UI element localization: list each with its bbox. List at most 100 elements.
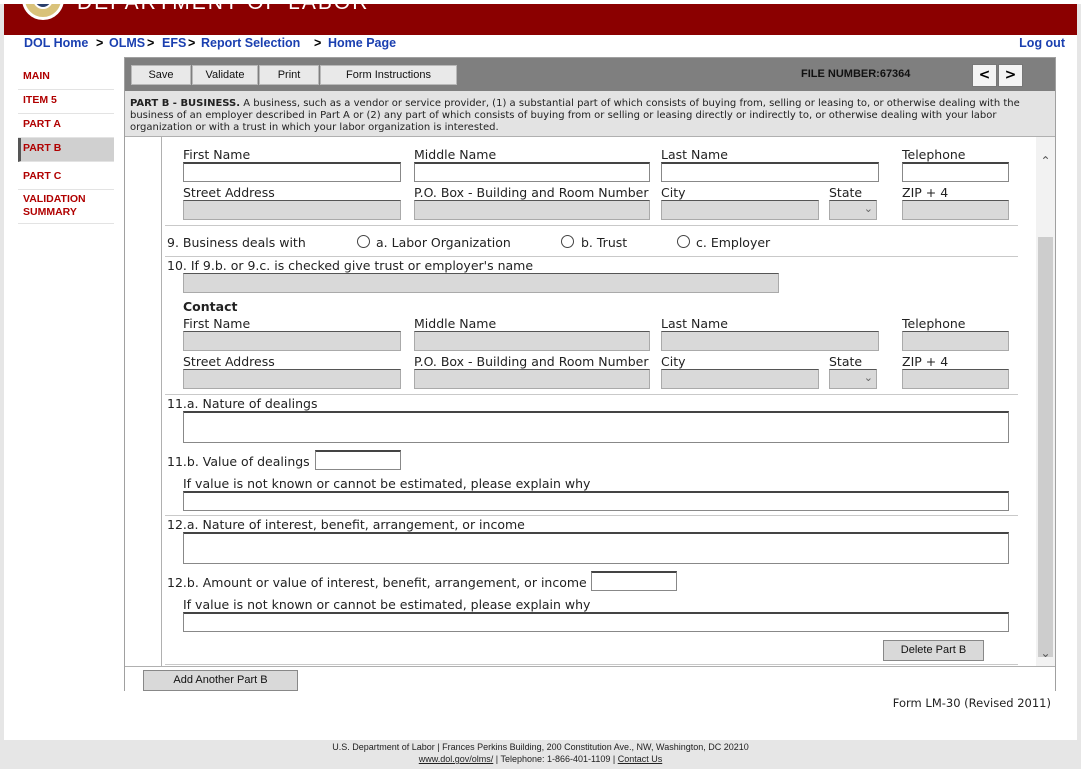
contact-telephone-field[interactable] bbox=[902, 331, 1009, 351]
breadcrumb-report-selection[interactable]: Report Selection bbox=[201, 36, 300, 50]
divider bbox=[165, 256, 1018, 257]
logout-link[interactable]: Log out bbox=[1019, 36, 1065, 50]
page: DEPARTMENT OF LABOR DOL Home > OLMS > EF… bbox=[0, 0, 1081, 769]
q9-label: 9. Business deals with bbox=[167, 235, 306, 250]
header-banner: DEPARTMENT OF LABOR bbox=[4, 4, 1077, 35]
validate-button[interactable]: Validate bbox=[192, 65, 258, 85]
contact-heading: Contact bbox=[183, 299, 238, 314]
form-bottom-bar: Add Another Part B bbox=[125, 666, 1055, 691]
city-label: City bbox=[661, 185, 686, 200]
state-select[interactable]: ⌄ bbox=[829, 200, 877, 220]
footer-phone: | Telephone: 1-866-401-1109 | bbox=[493, 754, 618, 764]
last-name-label: Last Name bbox=[661, 316, 728, 331]
city-label: City bbox=[661, 354, 686, 369]
nature-of-dealings-field[interactable] bbox=[183, 411, 1009, 443]
part-b-heading: PART B - BUSINESS. bbox=[130, 98, 241, 109]
zip-label: ZIP + 4 bbox=[902, 185, 949, 200]
last-name-label: Last Name bbox=[661, 147, 728, 162]
radio-trust[interactable] bbox=[561, 235, 574, 248]
footer-address: U.S. Department of Labor | Frances Perki… bbox=[332, 742, 749, 752]
footer: U.S. Department of Labor | Frances Perki… bbox=[0, 741, 1081, 765]
delete-part-b-button[interactable]: Delete Part B bbox=[883, 640, 984, 661]
scroll-thumb[interactable] bbox=[1038, 237, 1053, 657]
form-instructions-button[interactable]: Form Instructions bbox=[320, 65, 457, 85]
breadcrumb-olms[interactable]: OLMS bbox=[109, 36, 145, 50]
telephone-field[interactable] bbox=[902, 162, 1009, 182]
breadcrumb-separator: > bbox=[96, 36, 104, 50]
radio-employer[interactable] bbox=[677, 235, 690, 248]
contact-zip-field[interactable] bbox=[902, 369, 1009, 389]
scroll-down-icon[interactable]: ⌄ bbox=[1039, 647, 1052, 660]
divider bbox=[161, 137, 162, 666]
add-another-part-b-button[interactable]: Add Another Part B bbox=[143, 670, 298, 691]
previous-page-button[interactable]: < bbox=[972, 64, 997, 87]
sidebar-item-part-c[interactable]: PART C bbox=[18, 166, 114, 190]
value-of-dealings-field[interactable] bbox=[315, 450, 401, 470]
q11b-explain-field[interactable] bbox=[183, 491, 1009, 511]
olms-link[interactable]: www.dol.gov/olms/ bbox=[419, 754, 494, 764]
contact-last-name-field[interactable] bbox=[661, 331, 879, 351]
breadcrumb-efs[interactable]: EFS bbox=[162, 36, 186, 50]
contact-po-box-field[interactable] bbox=[414, 369, 650, 389]
contact-state-select[interactable]: ⌄ bbox=[829, 369, 877, 389]
divider bbox=[165, 515, 1018, 516]
contact-us-link[interactable]: Contact Us bbox=[618, 754, 663, 764]
street-address-field[interactable] bbox=[183, 200, 401, 220]
breadcrumb-separator: > bbox=[314, 36, 322, 50]
street-address-label: Street Address bbox=[183, 354, 275, 369]
breadcrumb-separator: > bbox=[188, 36, 196, 50]
middle-name-label: Middle Name bbox=[414, 316, 497, 331]
form-scroll-area[interactable]: First Name Middle Name Last Name Telepho… bbox=[125, 137, 1055, 666]
last-name-field[interactable] bbox=[661, 162, 879, 182]
state-label: State bbox=[829, 185, 863, 200]
scroll-up-icon[interactable]: ⌃ bbox=[1039, 155, 1052, 168]
part-b-description: PART B - BUSINESS. A business, such as a… bbox=[125, 91, 1055, 137]
breadcrumb-home-page[interactable]: Home Page bbox=[328, 36, 396, 50]
q12b-label: 12.b. Amount or value of interest, benef… bbox=[167, 575, 587, 590]
next-page-button[interactable]: > bbox=[998, 64, 1023, 87]
zip-field[interactable] bbox=[902, 200, 1009, 220]
divider bbox=[165, 394, 1018, 395]
po-box-label: P.O. Box - Building and Room Number bbox=[414, 354, 649, 369]
contact-middle-name-field[interactable] bbox=[414, 331, 650, 351]
contact-city-field[interactable] bbox=[661, 369, 819, 389]
save-button[interactable]: Save bbox=[131, 65, 191, 85]
contact-first-name-field[interactable] bbox=[183, 331, 401, 351]
first-name-label: First Name bbox=[183, 147, 251, 162]
q12b-explain-field[interactable] bbox=[183, 612, 1009, 632]
po-box-field[interactable] bbox=[414, 200, 650, 220]
radio-employer-label: c. Employer bbox=[696, 235, 771, 250]
breadcrumb-dol-home[interactable]: DOL Home bbox=[24, 36, 88, 50]
first-name-field[interactable] bbox=[183, 162, 401, 182]
toolbar: Save Validate Print Form Instructions FI… bbox=[125, 58, 1055, 91]
amount-of-interest-field[interactable] bbox=[591, 571, 677, 591]
trust-employer-name-field[interactable] bbox=[183, 273, 779, 293]
zip-label: ZIP + 4 bbox=[902, 354, 949, 369]
sidebar-nav: MAIN ITEM 5 PART A PART B PART C VALIDAT… bbox=[18, 66, 114, 224]
form-frame: Save Validate Print Form Instructions FI… bbox=[124, 57, 1056, 691]
sidebar-item-item5[interactable]: ITEM 5 bbox=[18, 90, 114, 114]
part-b-text: A business, such as a vendor or service … bbox=[130, 98, 1020, 133]
scrollbar[interactable]: ⌃ ⌄ bbox=[1036, 137, 1055, 666]
divider bbox=[165, 225, 1018, 226]
state-label: State bbox=[829, 354, 863, 369]
city-field[interactable] bbox=[661, 200, 819, 220]
form-revision: Form LM-30 (Revised 2011) bbox=[892, 696, 1051, 710]
dol-seal-logo bbox=[22, 4, 64, 20]
sidebar-item-part-a[interactable]: PART A bbox=[18, 114, 114, 138]
print-button[interactable]: Print bbox=[259, 65, 319, 85]
chevron-down-icon: ⌄ bbox=[863, 371, 873, 384]
sidebar-item-part-b[interactable]: PART B bbox=[18, 138, 114, 162]
footer-links: www.dol.gov/olms/ | Telephone: 1-866-401… bbox=[0, 753, 1081, 765]
sidebar-item-validation-summary[interactable]: VALIDATION SUMMARY bbox=[18, 190, 114, 224]
nature-of-interest-field[interactable] bbox=[183, 532, 1009, 564]
q12a-label: 12.a. Nature of interest, benefit, arran… bbox=[167, 517, 525, 532]
q10-label: 10. If 9.b. or 9.c. is checked give trus… bbox=[167, 258, 534, 273]
middle-name-field[interactable] bbox=[414, 162, 650, 182]
telephone-label: Telephone bbox=[902, 147, 966, 162]
sidebar-item-main[interactable]: MAIN bbox=[18, 66, 114, 90]
banner-title: DEPARTMENT OF LABOR bbox=[77, 4, 369, 15]
radio-labor-organization[interactable] bbox=[357, 235, 370, 248]
contact-street-address-field[interactable] bbox=[183, 369, 401, 389]
chevron-down-icon: ⌄ bbox=[863, 202, 873, 215]
